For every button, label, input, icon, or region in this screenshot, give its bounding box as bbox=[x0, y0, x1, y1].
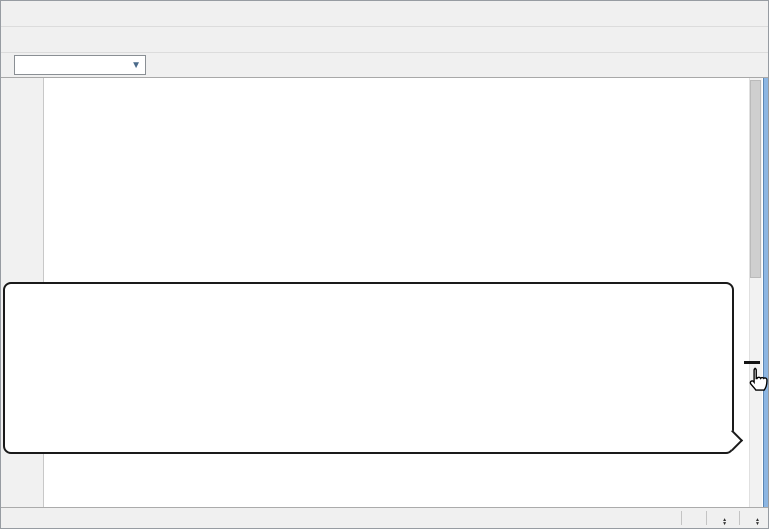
spid-info bbox=[214, 58, 220, 73]
status-separator bbox=[681, 511, 682, 525]
chevron-down-icon: ▼ bbox=[131, 60, 141, 71]
sql-code-editor[interactable] bbox=[1, 78, 768, 507]
status-separator bbox=[739, 511, 740, 525]
encoding-selector[interactable]: ▲▼ bbox=[752, 511, 760, 526]
database-select[interactable]: ▼ bbox=[14, 55, 146, 75]
status-separator bbox=[706, 511, 707, 525]
bookmark-marker-tick[interactable] bbox=[744, 361, 760, 364]
sql-editor-window: ▼ ▲▼ ▲▼ bbox=[0, 0, 769, 529]
execute-toolbar bbox=[1, 27, 768, 53]
schema-info bbox=[166, 58, 172, 73]
spinner-arrows-icon: ▲▼ bbox=[722, 518, 727, 526]
file-toolbar bbox=[1, 1, 768, 27]
username-info bbox=[190, 58, 196, 73]
editor-right-strip bbox=[763, 78, 768, 507]
spinner-arrows-icon: ▲▼ bbox=[755, 518, 760, 526]
line-ending-selector[interactable]: ▲▼ bbox=[719, 511, 727, 526]
connection-bar: ▼ bbox=[1, 53, 768, 78]
mouse-hand-cursor bbox=[746, 366, 768, 395]
vertical-scrollbar-thumb[interactable] bbox=[750, 80, 761, 278]
code-preview-popup bbox=[3, 282, 734, 454]
status-bar: ▲▼ ▲▼ bbox=[1, 507, 768, 528]
